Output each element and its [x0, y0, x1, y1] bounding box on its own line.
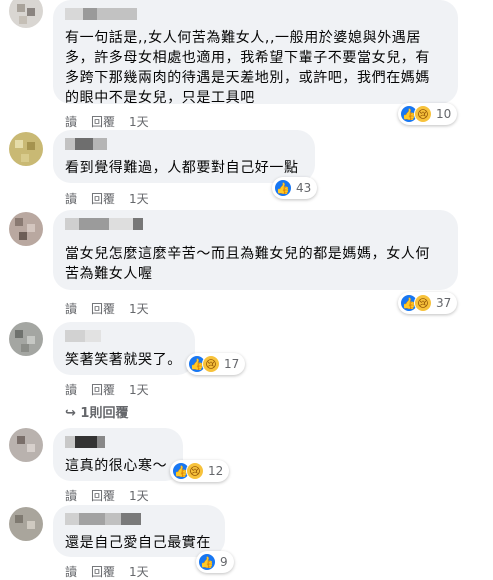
reply-button[interactable]: 回覆 [91, 563, 115, 580]
timestamp[interactable]: 1天 [129, 300, 149, 317]
commenter-name-blurred[interactable] [65, 218, 446, 242]
reaction-count: 17 [224, 357, 240, 371]
reactions[interactable]: 👍 😢 17 [186, 353, 246, 375]
avatar[interactable] [9, 507, 43, 541]
timestamp[interactable]: 1天 [129, 563, 149, 580]
avatar[interactable] [9, 212, 43, 246]
reactions[interactable]: 👍 😢 10 [398, 103, 458, 125]
avatar[interactable] [9, 132, 43, 166]
comment-bubble: 有一句話是,,女人何苦為難女人,,一般用於婆媳與外遇居 多，許多母女相處也適用，… [53, 0, 458, 106]
sad-icon: 😢 [414, 105, 432, 123]
reply-button[interactable]: 回覆 [91, 300, 115, 317]
reactions[interactable]: 👍 😢 37 [398, 292, 458, 314]
comment-bubble: 當女兒怎麼這麼辛苦～而且為難女兒的都是媽媽，女人何 苦為難女人喔 [53, 210, 458, 290]
avatar[interactable] [9, 322, 43, 356]
comment-text: 笑著笑著就哭了。 [65, 352, 182, 368]
reaction-count: 43 [296, 181, 312, 195]
read-button[interactable]: 讀 [65, 190, 77, 207]
comment-1: 有一句話是,,女人何苦為難女人,,一般用於婆媳與外遇居 多，許多母女相處也適用，… [0, 0, 493, 129]
comment-6: 還是自己愛自己最實在 👍 9 讀 回覆 1天 [0, 505, 493, 580]
commenter-name-blurred[interactable] [65, 513, 213, 527]
read-button[interactable]: 讀 [65, 300, 77, 317]
sad-icon: 😢 [414, 294, 432, 312]
read-button[interactable]: 讀 [65, 487, 77, 504]
reactions[interactable]: 👍 43 [272, 177, 318, 199]
reply-button[interactable]: 回覆 [91, 190, 115, 207]
comment-bubble: 這真的很心寒～ [53, 428, 183, 481]
comment-5: 這真的很心寒～ 👍 😢 12 讀 回覆 1天 [0, 428, 493, 503]
view-replies-link[interactable]: ↪ 1則回覆 [65, 402, 128, 421]
read-button[interactable]: 讀 [65, 381, 77, 398]
read-button[interactable]: 讀 [65, 563, 77, 580]
commenter-name-blurred[interactable] [65, 330, 183, 344]
reaction-count: 9 [220, 555, 228, 569]
comment-text: 看到覺得難過，人都要對自己好一點 [65, 160, 299, 176]
comment-text: 有一句話是,,女人何苦為難女人,,一般用於婆媳與外遇居 多，許多母女相處也適用，… [65, 30, 430, 106]
comment-3: 當女兒怎麼這麼辛苦～而且為難女兒的都是媽媽，女人何 苦為難女人喔 👍 😢 37 … [0, 210, 493, 317]
reaction-count: 12 [208, 464, 224, 478]
timestamp[interactable]: 1天 [129, 381, 149, 398]
commenter-name-blurred[interactable] [65, 138, 303, 152]
comment-text: 當女兒怎麼這麼辛苦～而且為難女兒的都是媽媽，女人何 苦為難女人喔 [65, 246, 430, 282]
timestamp[interactable]: 1天 [129, 487, 149, 504]
reply-button[interactable]: 回覆 [91, 487, 115, 504]
reply-button[interactable]: 回覆 [91, 381, 115, 398]
timestamp[interactable]: 1天 [129, 190, 149, 207]
sad-icon: 😢 [202, 355, 220, 373]
commenter-name-blurred[interactable] [65, 8, 446, 22]
reactions[interactable]: 👍 9 [196, 551, 234, 573]
sad-icon: 😢 [186, 462, 204, 480]
comment-bubble: 看到覺得難過，人都要對自己好一點 [53, 130, 315, 183]
avatar[interactable] [9, 428, 43, 462]
like-icon: 👍 [274, 179, 292, 197]
reply-button[interactable]: 回覆 [91, 113, 115, 130]
read-button[interactable]: 讀 [65, 113, 77, 130]
comment-4: 笑著笑著就哭了。 👍 😢 17 讀 回覆 1天 ↪ 1則回覆 [0, 322, 493, 422]
commenter-name-blurred[interactable] [65, 436, 171, 450]
like-icon: 👍 [198, 553, 216, 571]
avatar[interactable] [9, 0, 43, 28]
comment-bubble: 笑著笑著就哭了。 [53, 322, 195, 375]
comment-bubble: 還是自己愛自己最實在 [53, 505, 225, 557]
comment-text: 這真的很心寒～ [65, 458, 168, 474]
reaction-count: 37 [436, 296, 452, 310]
comment-text: 還是自己愛自己最實在 [65, 535, 211, 551]
reactions[interactable]: 👍 😢 12 [170, 460, 230, 482]
timestamp[interactable]: 1天 [129, 113, 149, 130]
comment-2: 看到覺得難過，人都要對自己好一點 👍 43 讀 回覆 1天 [0, 130, 493, 210]
reaction-count: 10 [436, 107, 452, 121]
